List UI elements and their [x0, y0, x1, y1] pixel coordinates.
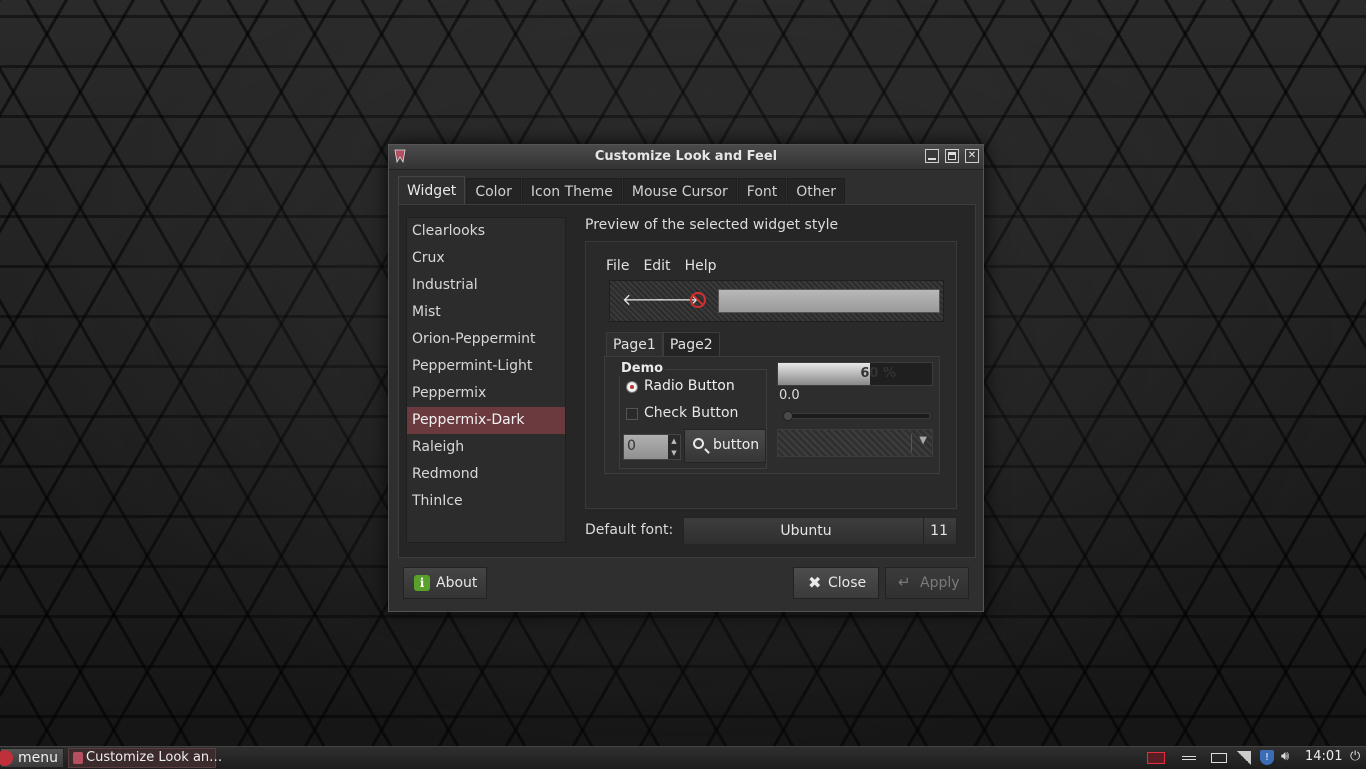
demo-label: Demo — [619, 361, 666, 376]
font-divider — [923, 518, 924, 544]
theme-item[interactable]: Peppermix — [407, 380, 565, 407]
slider-value: 0.0 — [779, 388, 800, 403]
radio-button-label: Radio Button — [644, 378, 735, 394]
theme-item[interactable]: Peppermint-Light — [407, 353, 565, 380]
theme-item[interactable]: Industrial — [407, 272, 565, 299]
app-icon — [73, 752, 83, 764]
taskbar: menu Customize Look an… ! 🔊︎ 14:01 ⏻ — [0, 746, 1366, 769]
minimize-button[interactable] — [925, 149, 939, 163]
preview-label: Preview of the selected widget style — [585, 217, 839, 233]
back-arrow-icon[interactable]: 🡐 — [622, 291, 665, 309]
close-icon: ✖ — [808, 573, 822, 592]
theme-item[interactable]: Redmond — [407, 461, 565, 488]
theme-item[interactable]: Orion-Peppermint — [407, 326, 565, 353]
network-signal-icon[interactable] — [1237, 751, 1251, 765]
screen-icon[interactable] — [1147, 752, 1165, 764]
tab-other[interactable]: Other — [787, 178, 846, 204]
check-button-label: Check Button — [644, 405, 739, 421]
check-button[interactable] — [626, 408, 638, 420]
theme-item-selected[interactable]: Peppermix-Dark — [407, 407, 565, 434]
font-name: Ubuntu — [780, 523, 832, 539]
tab-icon-theme[interactable]: Icon Theme — [521, 178, 622, 204]
search-icon — [693, 438, 704, 449]
taskbar-window-title: Customize Look an… — [86, 750, 223, 765]
preview-toolbar: 🡐 🡒 — [609, 280, 944, 322]
tab-font[interactable]: Font — [737, 178, 787, 204]
preview-tabs: Page1 Page2 — [606, 332, 720, 357]
taskbar-window-item[interactable]: Customize Look an… — [68, 748, 222, 768]
battery-icon[interactable] — [1211, 753, 1227, 763]
about-button[interactable]: i About — [403, 567, 487, 599]
tab-widget[interactable]: Widget — [398, 176, 466, 204]
combo-separator — [911, 434, 912, 452]
menu-label: menu — [18, 750, 58, 766]
progress-text: 60 % — [860, 366, 896, 381]
close-button[interactable]: ✖ Close — [793, 567, 879, 599]
preview-menu-help[interactable]: Help — [685, 258, 717, 274]
apply-return-icon: ↵ — [898, 573, 911, 591]
widget-preview: File Edit Help 🡐 🡒 Page1 Page2 Radio But… — [585, 241, 957, 509]
tab-color[interactable]: Color — [466, 178, 521, 204]
spin-button[interactable]: 0 ▲ ▼ — [623, 434, 681, 460]
tab-bar: Widget Color Icon Theme Mouse Cursor Fon… — [398, 176, 846, 204]
theme-item[interactable]: Mist — [407, 299, 565, 326]
preview-button[interactable]: button — [684, 429, 766, 463]
theme-item[interactable]: Clearlooks — [407, 218, 565, 245]
font-chooser-button[interactable]: Ubuntu 11 — [683, 517, 957, 545]
theme-list[interactable]: Clearlooks Crux Industrial Mist Orion-Pe… — [406, 217, 566, 543]
preview-menu-file[interactable]: File — [606, 258, 629, 274]
close-label: Close — [828, 575, 867, 591]
forward-arrow-icon[interactable]: 🡒 — [656, 291, 699, 309]
title-bar[interactable]: Customize Look and Feel ✕ — [389, 145, 983, 170]
theme-item[interactable]: Raleigh — [407, 434, 565, 461]
window-title: Customize Look and Feel — [594, 149, 778, 164]
preview-menubar: File Edit Help — [606, 258, 716, 274]
preview-page: Radio Button Check Button 0 ▲ ▼ button De… — [604, 356, 940, 474]
preview-tab-page2[interactable]: Page2 — [662, 332, 720, 357]
font-size: 11 — [930, 523, 948, 539]
demo-frame: Radio Button Check Button 0 ▲ ▼ button — [619, 369, 767, 469]
shield-icon[interactable]: ! — [1260, 750, 1274, 765]
theme-item[interactable]: ThinIce — [407, 488, 565, 515]
chevron-down-icon: ▼ — [919, 435, 927, 446]
slider[interactable] — [783, 411, 930, 421]
peppermint-logo-icon — [0, 750, 13, 766]
spin-arrows-icon[interactable]: ▲ ▼ — [668, 435, 680, 459]
preview-button-label: button — [713, 437, 760, 453]
apply-label: Apply — [920, 575, 960, 591]
menu-button[interactable]: menu — [0, 748, 64, 768]
preview-entry[interactable] — [718, 289, 940, 313]
combo-box[interactable]: ▼ — [777, 429, 933, 457]
preview-tab-page1[interactable]: Page1 — [606, 332, 663, 357]
close-window-button[interactable]: ✕ — [965, 149, 979, 163]
about-label: About — [436, 575, 478, 591]
default-font-label: Default font: — [585, 522, 674, 538]
radio-button[interactable] — [626, 381, 638, 393]
tab-mouse-cursor[interactable]: Mouse Cursor — [622, 178, 737, 204]
spin-value: 0 — [627, 438, 636, 454]
minimize-all-icon[interactable] — [1182, 756, 1196, 760]
slider-knob[interactable] — [783, 411, 793, 421]
info-icon: i — [414, 575, 430, 591]
stop-icon[interactable] — [690, 292, 706, 308]
progress-bar: 60 % — [777, 362, 933, 386]
apply-button[interactable]: ↵ Apply — [885, 567, 969, 599]
customize-look-feel-window: Customize Look and Feel ✕ Widget Color I… — [388, 144, 984, 612]
power-icon[interactable]: ⏻ — [1350, 749, 1360, 764]
clock[interactable]: 14:01 — [1305, 749, 1342, 764]
preview-menu-edit[interactable]: Edit — [643, 258, 670, 274]
maximize-button[interactable] — [945, 149, 959, 163]
volume-icon[interactable]: 🔊︎ — [1281, 749, 1297, 765]
theme-item[interactable]: Crux — [407, 245, 565, 272]
